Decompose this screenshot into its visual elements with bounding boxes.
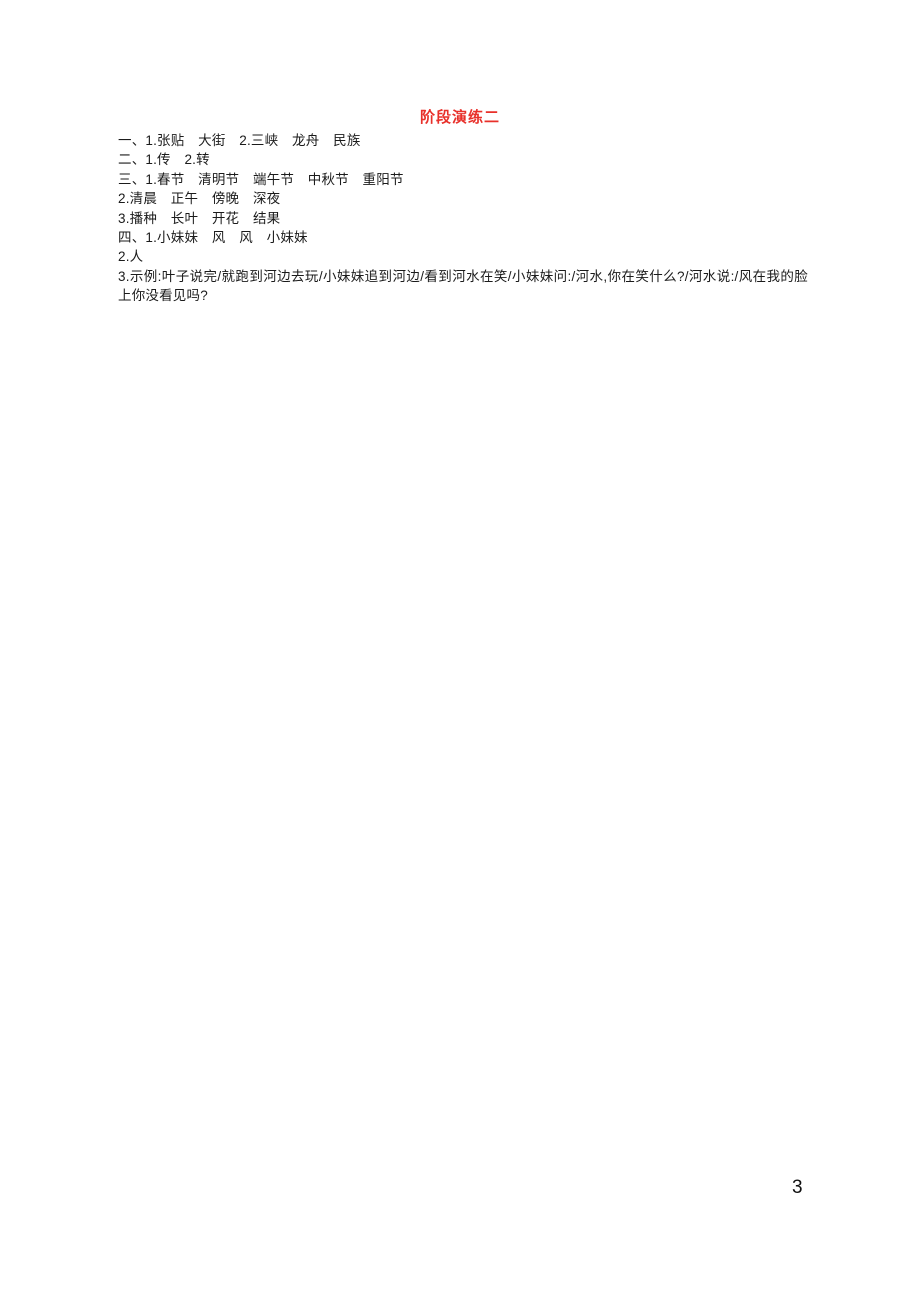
answer-line: 二、1.传 2.转: [118, 152, 210, 168]
answer-line: 3.播种 长叶 开花 结果: [118, 210, 281, 226]
answer-line: 3.示例:叶子说完/就跑到河边去玩/小妹妹追到河边/看到河水在笑/小妹妹问:/河…: [118, 268, 808, 304]
answer-line: 四、1.小妹妹 风 风 小妹妹: [118, 230, 308, 246]
answer-line: 一、1.张贴 大街 2.三峡 龙舟 民族: [118, 133, 361, 148]
answer-line: 三、1.春节 清明节 端午节 中秋节 重阳节: [118, 171, 404, 187]
answer-line: 2.人: [118, 249, 144, 265]
answer-line: 2.清晨 正午 傍晚 深夜: [118, 191, 281, 207]
page-title: 阶段演练二: [419, 109, 500, 126]
page-number: 3: [792, 1177, 803, 1198]
answer-sheet-page: 阶段演练二 一、1.张贴 大街 2.三峡 龙舟 民族 二、1.传 2.转 三、1…: [0, 0, 920, 1302]
answer-key-list: 一、1.张贴 大街 2.三峡 龙舟 民族 二、1.传 2.转 三、1.春节 清明…: [118, 131, 808, 306]
